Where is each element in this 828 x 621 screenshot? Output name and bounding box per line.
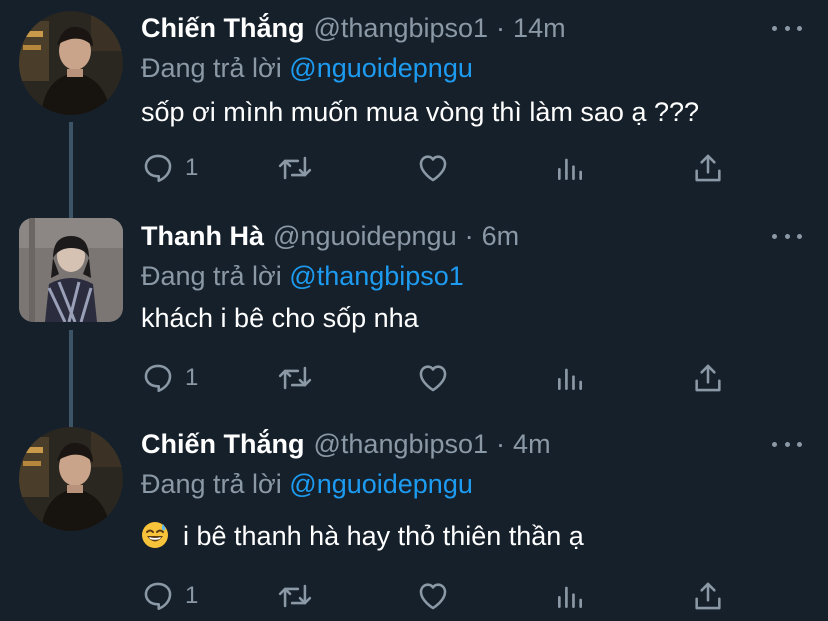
replying-to: Đang trả lời @nguoidepngu bbox=[141, 48, 473, 88]
more-options-icon[interactable] bbox=[772, 16, 802, 40]
tweet-text: khách i bê cho sốp nha bbox=[141, 303, 419, 333]
reply-button[interactable]: 1 bbox=[141, 576, 198, 616]
timestamp[interactable]: 4m bbox=[513, 424, 551, 464]
like-button[interactable] bbox=[416, 148, 450, 188]
tweet-header: Chiến Thắng @thangbipso1 · 4m bbox=[141, 424, 551, 464]
reply-button[interactable]: 1 bbox=[141, 358, 198, 398]
display-name[interactable]: Chiến Thắng bbox=[141, 8, 305, 48]
heart-icon bbox=[419, 583, 447, 610]
retweet-button[interactable] bbox=[276, 576, 314, 616]
share-icon bbox=[695, 582, 721, 610]
mention-link[interactable]: @nguoidepngu bbox=[289, 53, 473, 83]
username[interactable]: @nguoidepngu bbox=[273, 216, 457, 256]
reply-count: 1 bbox=[185, 154, 199, 181]
like-button[interactable] bbox=[416, 576, 450, 616]
reply-count: 1 bbox=[185, 582, 199, 609]
display-name[interactable]: Chiến Thắng bbox=[141, 424, 305, 464]
share-button[interactable] bbox=[691, 148, 725, 188]
reply-button[interactable]: 1 bbox=[141, 148, 198, 188]
tweet[interactable]: Chiến Thắng @thangbipso1 · 4m Đang trả l… bbox=[0, 424, 828, 621]
username[interactable]: @thangbipso1 bbox=[314, 8, 489, 48]
reply-count: 1 bbox=[185, 364, 199, 391]
analytics-icon bbox=[558, 158, 582, 180]
retweet-button[interactable] bbox=[276, 358, 314, 398]
more-options-icon[interactable] bbox=[772, 432, 802, 456]
retweet-button[interactable] bbox=[276, 148, 314, 188]
analytics-button[interactable] bbox=[554, 148, 586, 188]
avatar[interactable] bbox=[19, 218, 123, 322]
mention-link[interactable]: @thangbipso1 bbox=[289, 261, 464, 291]
replying-label: Đang trả lời bbox=[141, 469, 282, 499]
tweet[interactable]: Chiến Thắng @thangbipso1 · 14m Đang trả … bbox=[0, 8, 828, 208]
separator-dot: · bbox=[496, 429, 506, 459]
separator-dot: · bbox=[496, 13, 506, 43]
timestamp[interactable]: 14m bbox=[513, 8, 566, 48]
timestamp[interactable]: 6m bbox=[482, 216, 520, 256]
avatar[interactable] bbox=[19, 11, 123, 115]
reply-icon bbox=[144, 582, 172, 611]
reply-icon bbox=[144, 364, 172, 393]
display-name[interactable]: Thanh Hà bbox=[141, 216, 264, 256]
retweet-icon bbox=[278, 366, 312, 390]
analytics-icon bbox=[558, 586, 582, 608]
share-icon bbox=[695, 154, 721, 182]
heart-icon bbox=[419, 365, 447, 392]
grinning-sweat-emoji bbox=[142, 522, 168, 548]
replying-label: Đang trả lời bbox=[141, 53, 282, 83]
share-icon bbox=[695, 364, 721, 392]
action-bar: 1 bbox=[141, 358, 741, 398]
analytics-icon bbox=[558, 368, 582, 390]
more-options-icon[interactable] bbox=[772, 224, 802, 248]
share-button[interactable] bbox=[691, 358, 725, 398]
replying-to: Đang trả lời @nguoidepngu bbox=[141, 464, 473, 504]
tweet-text: i bê thanh hà hay thỏ thiên thần ạ bbox=[183, 521, 584, 551]
separator-dot: · bbox=[464, 221, 474, 251]
replying-to: Đang trả lời @thangbipso1 bbox=[141, 256, 464, 296]
avatar[interactable] bbox=[19, 427, 123, 531]
tweet-text-row: i bê thanh hà hay thỏ thiên thần ạ bbox=[141, 516, 584, 556]
replying-label: Đang trả lời bbox=[141, 261, 282, 291]
analytics-button[interactable] bbox=[554, 358, 586, 398]
reply-icon bbox=[144, 154, 172, 183]
tweet-text: sốp ơi mình muốn mua vòng thì làm sao ạ … bbox=[141, 97, 700, 127]
heart-icon bbox=[419, 155, 447, 182]
tweet[interactable]: Thanh Hà @nguoidepngu · 6m Đang trả lời … bbox=[0, 216, 828, 416]
share-button[interactable] bbox=[691, 576, 725, 616]
analytics-button[interactable] bbox=[554, 576, 586, 616]
action-bar: 1 bbox=[141, 576, 741, 616]
retweet-icon bbox=[278, 156, 312, 180]
mention-link[interactable]: @nguoidepngu bbox=[289, 469, 473, 499]
action-bar: 1 bbox=[141, 148, 741, 188]
tweet-header: Thanh Hà @nguoidepngu · 6m bbox=[141, 216, 519, 256]
like-button[interactable] bbox=[416, 358, 450, 398]
retweet-icon bbox=[278, 584, 312, 608]
tweet-header: Chiến Thắng @thangbipso1 · 14m bbox=[141, 8, 566, 48]
username[interactable]: @thangbipso1 bbox=[314, 424, 489, 464]
